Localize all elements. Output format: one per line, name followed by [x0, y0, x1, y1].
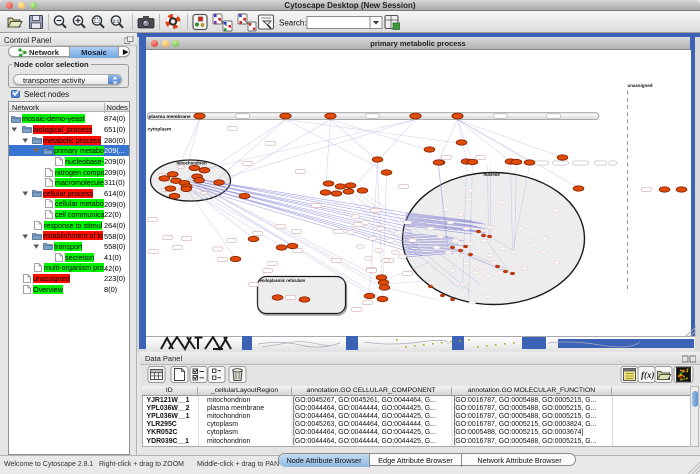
svg-text:endoplasmic reticulum: endoplasmic reticulum: [259, 278, 305, 283]
svg-text:nucleus: nucleus: [483, 172, 500, 177]
svg-text:1:1: 1:1: [113, 19, 120, 24]
svg-text:mitochondrion: mitochondrion: [176, 160, 206, 165]
svg-text:unassigned: unassigned: [627, 83, 652, 88]
svg-text:cytoplasm: cytoplasm: [147, 126, 171, 132]
svg-text:plasma membrane: plasma membrane: [148, 113, 190, 119]
svg-text:f(x): f(x): [641, 370, 655, 380]
svg-text:Search:: Search:: [279, 19, 307, 28]
